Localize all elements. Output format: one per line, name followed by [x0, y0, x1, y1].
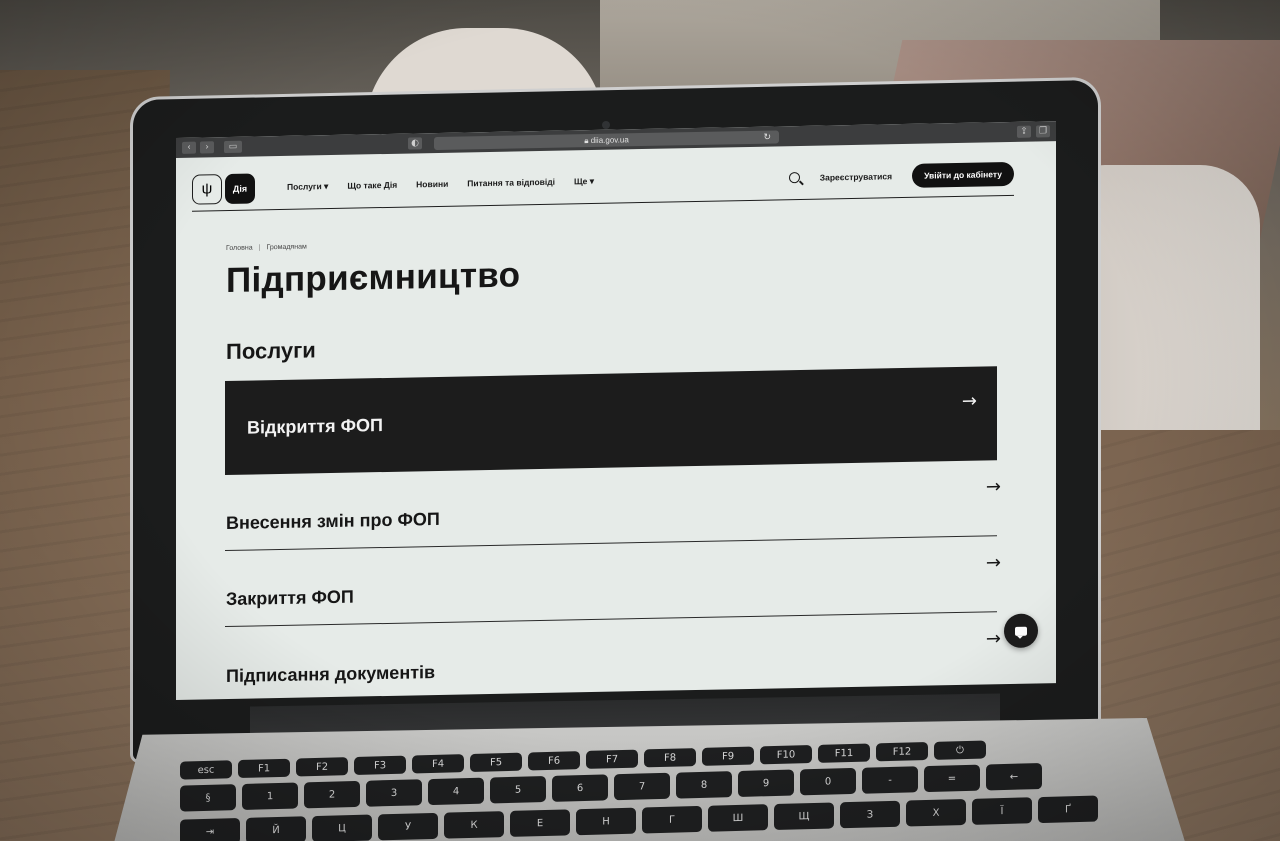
keyboard-key: F2: [296, 757, 348, 777]
keyboard-key: F1: [238, 758, 290, 779]
nav-more[interactable]: Ще ▾: [574, 176, 594, 187]
arrow-right-icon: →: [985, 476, 1001, 498]
keyboard-key: Й: [246, 816, 306, 841]
address-url: diia.gov.ua: [590, 135, 629, 146]
keyboard-key: 3: [366, 779, 422, 807]
trident-icon[interactable]: ψ: [192, 173, 222, 205]
keyboard-key: F3: [354, 755, 406, 776]
keyboard-key: F8: [644, 748, 696, 768]
diia-logo[interactable]: Дія: [225, 172, 255, 204]
keyboard-key: 2: [304, 780, 360, 809]
keyboard-key: Ц: [312, 814, 372, 841]
keyboard-key: Х: [906, 798, 966, 827]
keyboard-key: У: [378, 812, 438, 841]
breadcrumb: Головна | Громадянам: [226, 243, 307, 252]
keyboard-key: F7: [586, 749, 638, 769]
search-icon[interactable]: [788, 172, 800, 184]
address-bar[interactable]: 🔒︎ diia.gov.ua ↻: [434, 130, 779, 151]
laptop-screen: ‹ › ▭ ◐ 🔒︎ diia.gov.ua ↻ ⇪ ❐ ψ Дія Послу…: [176, 121, 1056, 700]
page-title: Підприємництво: [226, 255, 521, 301]
forward-button[interactable]: ›: [200, 141, 214, 154]
chat-icon: [1015, 626, 1027, 636]
breadcrumb-citizens[interactable]: Громадянам: [266, 243, 306, 251]
webcam: [602, 121, 610, 129]
chat-button[interactable]: [1004, 613, 1038, 649]
keyboard-key: 7: [614, 772, 670, 801]
arrow-right-icon: →: [961, 390, 977, 412]
keyboard-key: F4: [412, 754, 464, 774]
keyboard-key: Щ: [774, 802, 834, 831]
keyboard-key: ⏻: [934, 740, 986, 760]
reload-icon[interactable]: ↻: [763, 131, 771, 144]
keyboard-key: Н: [576, 807, 636, 836]
breadcrumb-home[interactable]: Головна: [226, 245, 253, 253]
keyboard-key: Г: [642, 805, 702, 834]
keyboard-key: Е: [510, 809, 570, 837]
service-label: Підписання документів: [226, 662, 436, 687]
keyboard-key: 6: [552, 774, 608, 802]
keyboard-key: F5: [470, 752, 522, 772]
sidebar-icon[interactable]: ▭: [224, 140, 242, 154]
keyboard-key: ←: [986, 762, 1042, 791]
keyboard-key: F6: [528, 751, 580, 771]
back-button[interactable]: ‹: [182, 141, 196, 154]
nav-faq[interactable]: Питання та відповіді: [467, 177, 555, 190]
keyboard-key: Ї: [972, 797, 1032, 825]
keyboard-key: =: [924, 764, 980, 793]
tabs-icon[interactable]: ❐: [1036, 125, 1050, 138]
site-header: ψ Дія Послуги ▾ Що таке Дія Новини Питан…: [192, 151, 1014, 212]
keyboard-key: F10: [760, 745, 812, 765]
service-label: Закриття ФОП: [226, 586, 354, 610]
section-title: Послуги: [226, 337, 316, 365]
keyboard-key: З: [840, 800, 900, 829]
keyboard-key: -: [862, 766, 918, 794]
keyboard-key: ⇥: [180, 817, 240, 841]
service-label: Внесення змін про ФОП: [226, 508, 440, 534]
keyboard-key: §: [180, 784, 236, 812]
service-item-change-fop[interactable]: Внесення змін про ФОП →: [225, 460, 1001, 552]
nav-services[interactable]: Послуги ▾: [287, 181, 328, 193]
share-icon[interactable]: ⇪: [1017, 125, 1031, 138]
keyboard-key: 0: [800, 767, 856, 796]
main-nav: Послуги ▾ Що таке Дія Новини Питання та …: [287, 176, 594, 193]
arrow-right-icon: →: [985, 552, 1001, 574]
keyboard-key: Ґ: [1038, 795, 1098, 824]
login-button[interactable]: Увійти до кабінету: [912, 161, 1014, 188]
nav-news[interactable]: Новини: [416, 179, 448, 191]
register-link[interactable]: Зареєструватися: [820, 171, 892, 182]
keyboard-key: 1: [242, 782, 298, 810]
keyboard-key: F9: [702, 746, 754, 766]
breadcrumb-separator: |: [258, 244, 261, 252]
keyboard-key: Ш: [708, 804, 768, 832]
service-item-close-fop[interactable]: Закриття ФОП →: [225, 536, 1001, 628]
keyboard-key: F12: [876, 741, 928, 762]
keyboard-key: F11: [818, 743, 870, 763]
keyboard-key: 9: [738, 769, 794, 797]
arrow-right-icon: →: [985, 628, 1001, 650]
service-label: Відкриття ФОП: [247, 414, 383, 438]
privacy-icon[interactable]: ◐: [408, 137, 422, 150]
nav-what-is-diia[interactable]: Що таке Дія: [347, 180, 397, 192]
keyboard-key: 5: [490, 775, 546, 804]
keyboard-key: esc: [180, 760, 232, 780]
services-list: Відкриття ФОП → Внесення змін про ФОП → …: [225, 366, 1001, 700]
service-item-open-fop[interactable]: Відкриття ФОП →: [225, 366, 997, 476]
keyboard-key: 4: [428, 777, 484, 806]
keyboard-key: К: [444, 811, 504, 839]
keyboard-key: 8: [676, 771, 732, 799]
